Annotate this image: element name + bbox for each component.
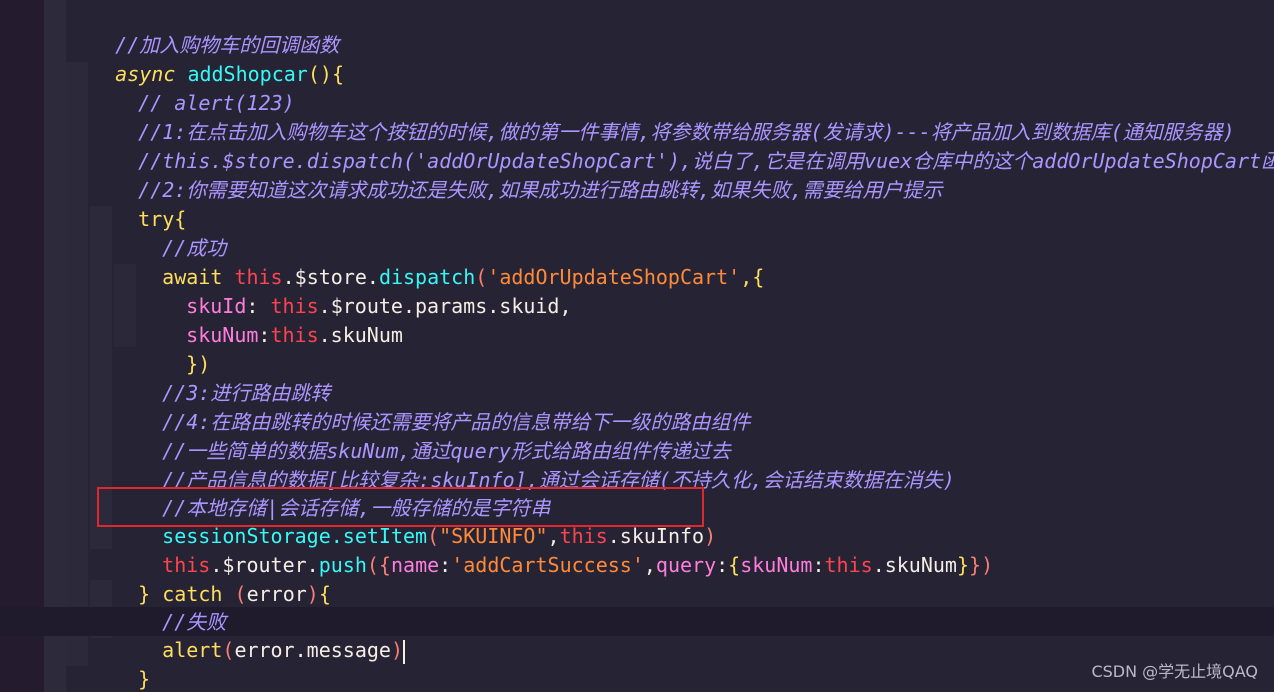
watermark: CSDN @学无止境QAQ bbox=[1091, 662, 1258, 681]
code-line[interactable]: skuId: this.$route.params.skuid, bbox=[138, 264, 571, 318]
code-line[interactable]: try{ bbox=[90, 177, 186, 231]
code-line-current[interactable]: alert(error.message) bbox=[114, 608, 406, 664]
code-line[interactable]: //4:在路由跳转的时候还需要将产品的信息带给下一级的路由组件 bbox=[114, 380, 750, 434]
code-line[interactable]: skuNum:this.skuNum bbox=[138, 293, 403, 347]
code-line[interactable]: //失败 bbox=[114, 580, 226, 634]
annotation-highlight-box bbox=[97, 487, 704, 527]
code-line[interactable]: //一些简单的数据skuNum,通过query形式给路由组件传递过去 bbox=[114, 409, 731, 463]
code-line[interactable]: //产品信息的数据[比较复杂:skuInfo],通过会话存储(不持久化,会话结束… bbox=[114, 438, 955, 492]
code-line[interactable]: async addShopcar(){ bbox=[67, 32, 344, 86]
editor-gutter bbox=[0, 0, 44, 692]
code-line[interactable]: } bbox=[67, 665, 127, 692]
code-line[interactable]: //2:你需要知道这次请求成功还是失败,如果成功进行路由跳转,如果失败,需要给用… bbox=[90, 148, 942, 202]
code-line[interactable]: //this.$store.dispatch('addOrUpdateShopC… bbox=[90, 119, 1274, 173]
indent-guide bbox=[44, 0, 66, 692]
code-line[interactable]: //1:在点击加入购物车这个按钮的时候,做的第一件事情,将参数带给服务器(发请求… bbox=[90, 90, 1235, 144]
indent-guide bbox=[66, 62, 88, 666]
code-line[interactable]: } catch (error){ bbox=[90, 552, 331, 606]
code-editor[interactable]: //加入购物车的回调函数 async addShopcar(){ // aler… bbox=[0, 0, 1274, 692]
code-line[interactable]: } bbox=[90, 637, 150, 691]
text-cursor bbox=[403, 639, 406, 664]
code-line[interactable]: await this.$store.dispatch('addOrUpdateS… bbox=[114, 235, 764, 289]
code-line[interactable]: //成功 bbox=[114, 206, 226, 260]
code-line[interactable]: //3:进行路由跳转 bbox=[114, 351, 330, 405]
code-line[interactable]: // alert(123) bbox=[90, 61, 295, 115]
code-line[interactable]: //加入购物车的回调函数 bbox=[67, 3, 339, 57]
code-line[interactable]: }) bbox=[138, 322, 210, 376]
code-line[interactable]: this.$router.push({name:'addCartSuccess'… bbox=[114, 523, 993, 577]
